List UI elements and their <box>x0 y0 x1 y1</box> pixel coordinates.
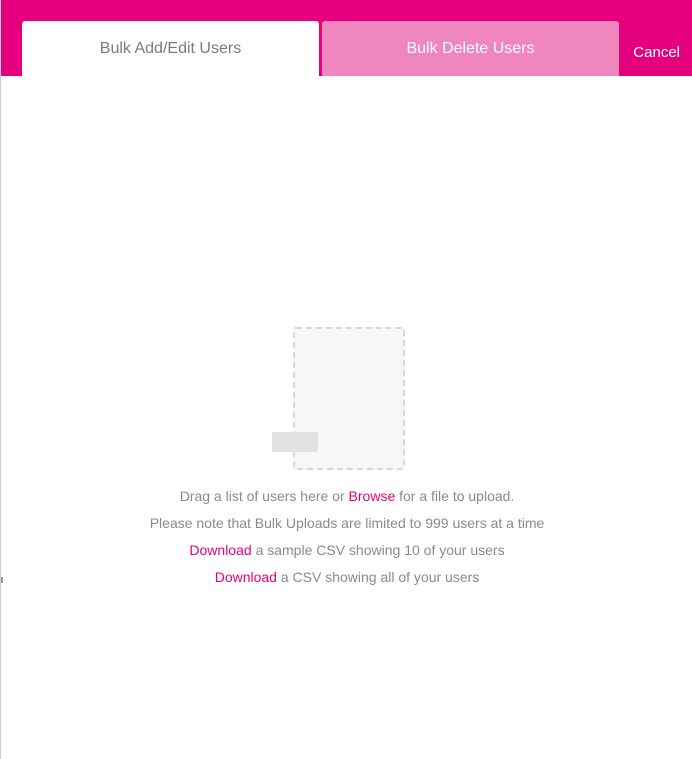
sample-csv-text: a sample CSV showing 10 of your users <box>255 542 505 558</box>
all-csv-row: Download a CSV showing all of your users <box>1 569 692 585</box>
tab-bulk-delete-label: Bulk Delete Users <box>406 40 535 57</box>
browse-link[interactable]: Browse <box>349 488 396 504</box>
download-all-link[interactable]: Download <box>215 569 277 585</box>
tab-bulk-add-edit[interactable]: Bulk Add/Edit Users <box>22 21 319 77</box>
upload-limit-note: Please note that Bulk Uploads are limite… <box>149 515 545 531</box>
tab-bulk-delete[interactable]: Bulk Delete Users <box>322 21 619 76</box>
download-sample-link[interactable]: Download <box>189 542 251 558</box>
drag-suffix-text: for a file to upload. <box>399 488 515 504</box>
bulk-users-dialog: Bulk Add/Edit Users Bulk Delete Users Ca… <box>0 0 692 759</box>
dialog-header: Bulk Add/Edit Users Bulk Delete Users Ca… <box>1 0 692 77</box>
file-drop-icon <box>272 432 318 452</box>
sample-csv-row: Download a sample CSV showing 10 of your… <box>1 542 692 558</box>
drag-instructions: Drag a list of users here or Browse for … <box>1 488 692 504</box>
cancel-button[interactable]: Cancel <box>633 44 680 61</box>
drag-prefix-text: Drag a list of users here or <box>179 488 345 504</box>
all-csv-text: a CSV showing all of your users <box>280 569 480 585</box>
edge-marker <box>1 577 3 583</box>
tab-bulk-add-edit-label: Bulk Add/Edit Users <box>99 40 242 57</box>
